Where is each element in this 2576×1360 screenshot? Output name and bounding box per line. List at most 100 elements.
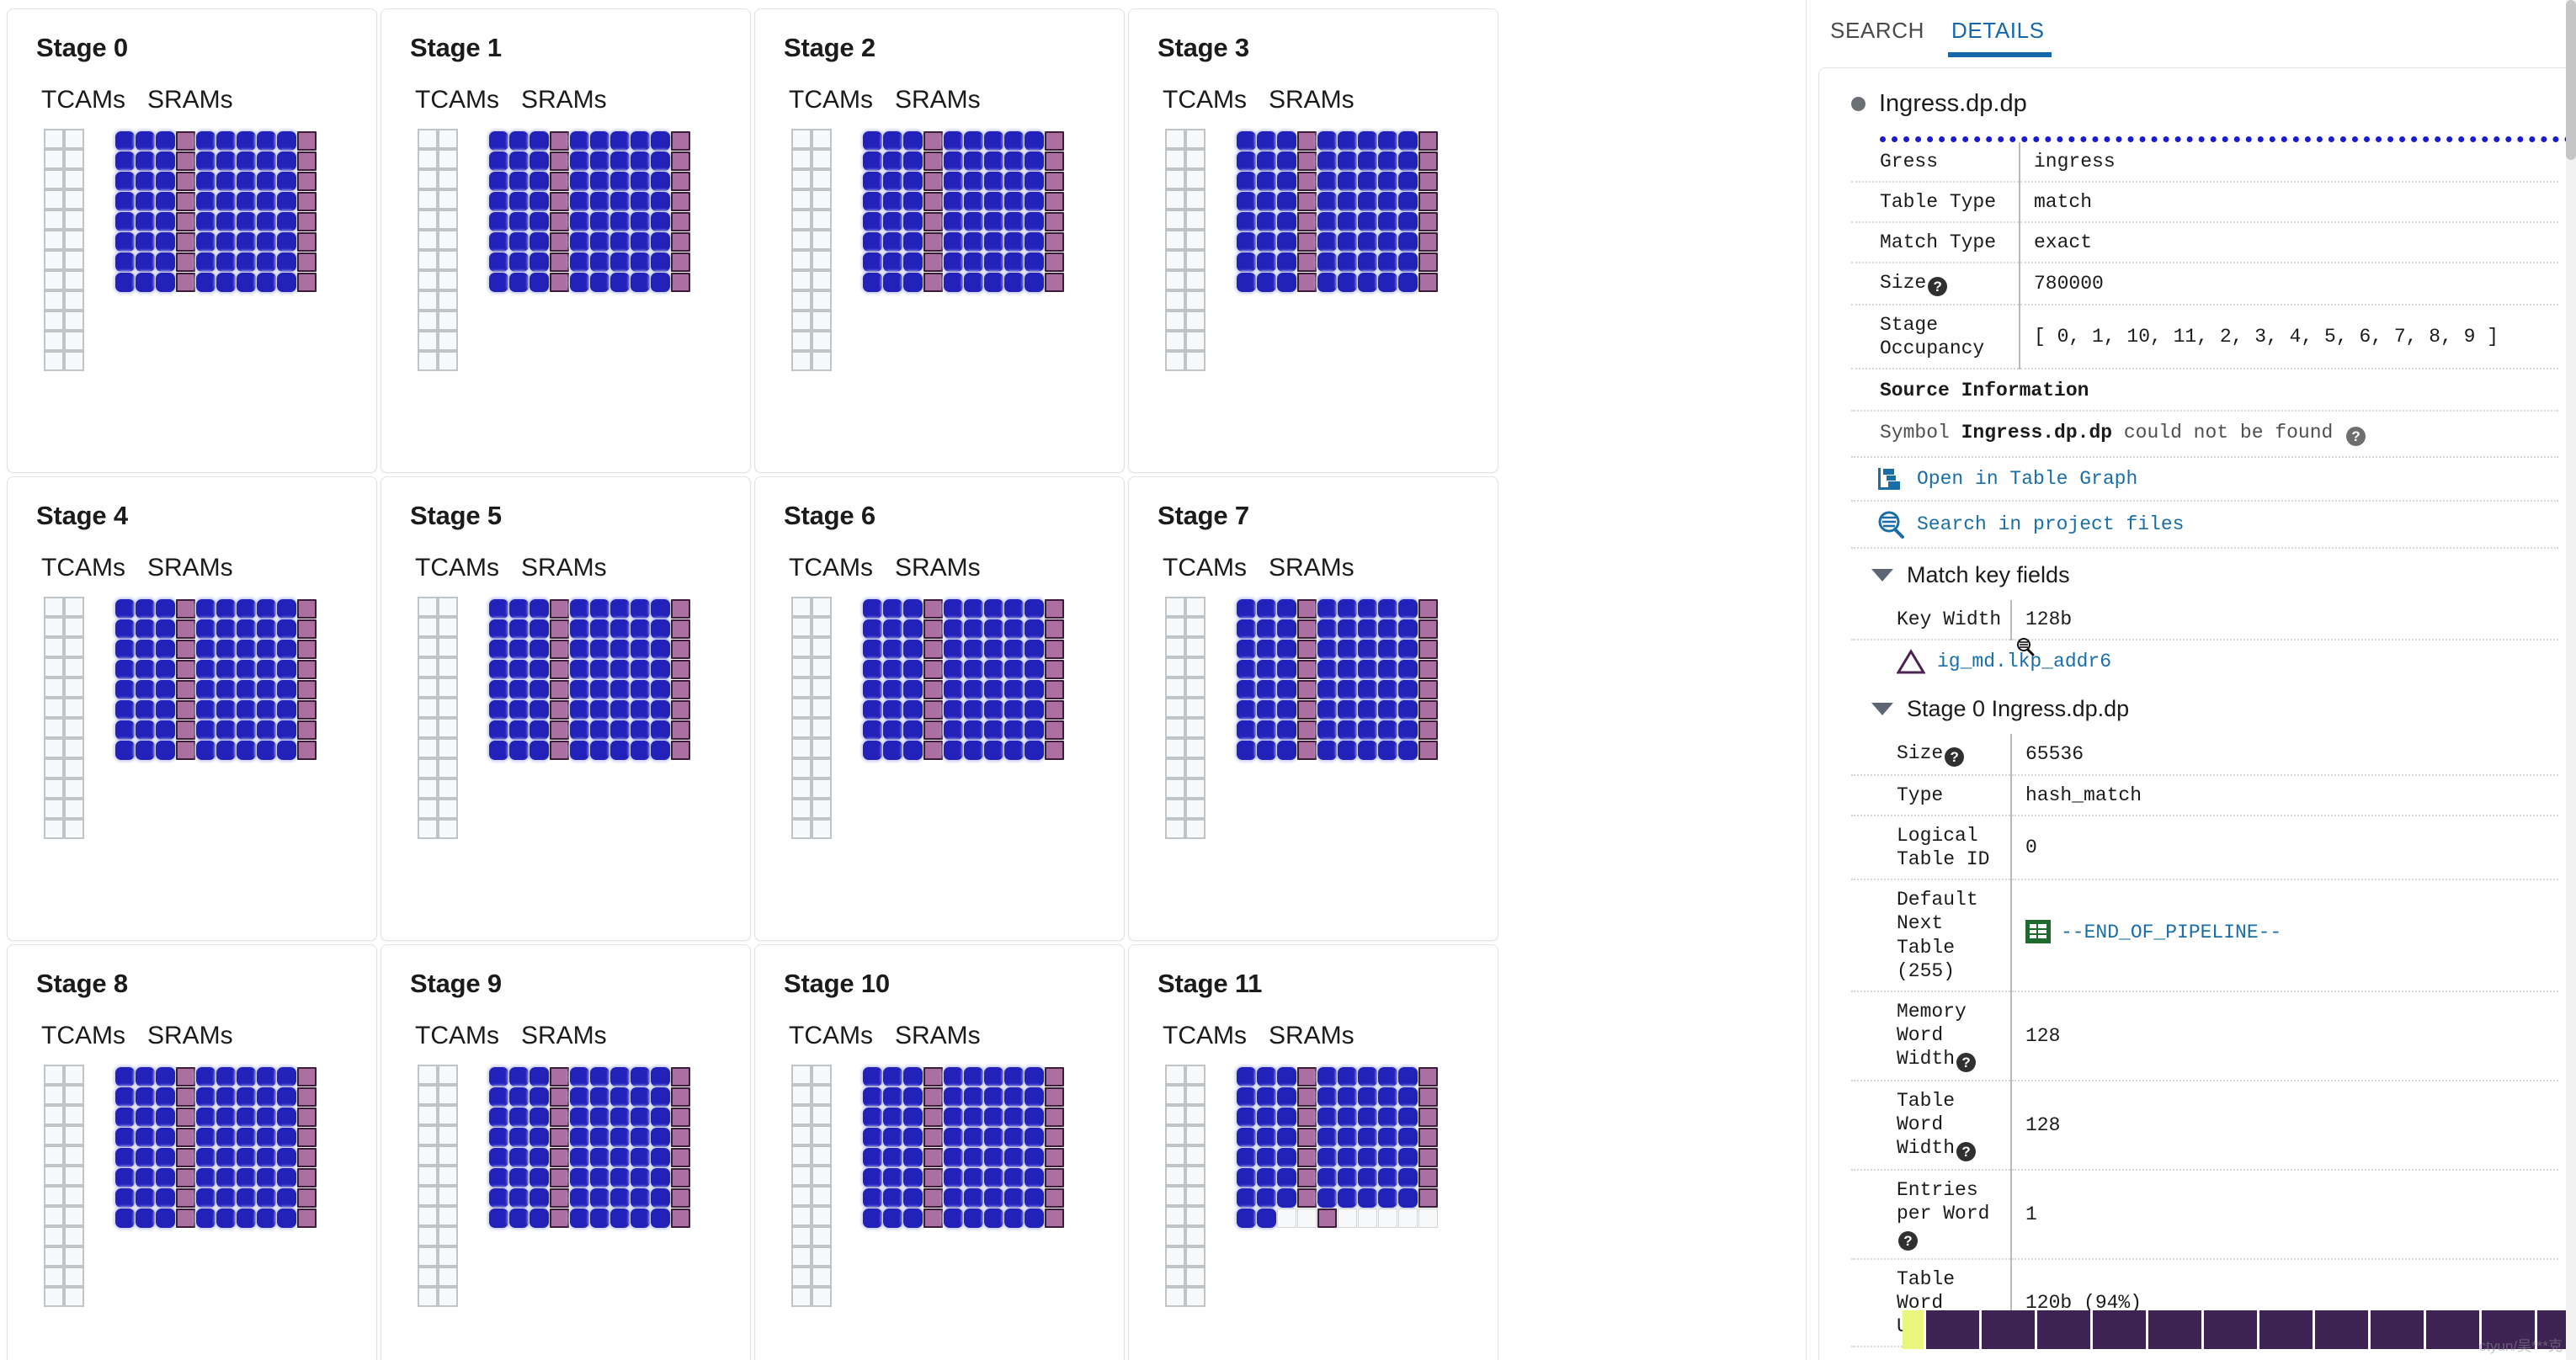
sram-cell-unit[interactable] bbox=[863, 252, 882, 272]
sram-cell-unit[interactable] bbox=[509, 1209, 529, 1228]
sram-cell-unit[interactable] bbox=[1358, 599, 1377, 619]
sram-cell-unit[interactable] bbox=[903, 1128, 923, 1147]
sram-cell-action[interactable] bbox=[297, 1067, 317, 1086]
tcam-cell[interactable] bbox=[438, 1166, 458, 1186]
sram-cell-unit[interactable] bbox=[610, 700, 630, 720]
search-in-project-files-row[interactable]: Search in project files bbox=[1851, 502, 2558, 550]
sram-cell-unit[interactable] bbox=[1257, 192, 1276, 211]
sram-cell-action[interactable] bbox=[923, 1148, 943, 1167]
sram-cell-unit[interactable] bbox=[509, 1188, 529, 1208]
sram-cell-unit[interactable] bbox=[964, 1168, 983, 1187]
tcam-cell[interactable] bbox=[418, 758, 438, 778]
tcam-cell[interactable] bbox=[64, 698, 84, 718]
sram-cell-unit[interactable] bbox=[964, 619, 983, 639]
tcam-cell[interactable] bbox=[64, 1085, 84, 1105]
sram-grid[interactable] bbox=[863, 1067, 1064, 1228]
sram-cell-unit[interactable] bbox=[964, 252, 983, 272]
sram-cell-empty[interactable] bbox=[1358, 1209, 1377, 1228]
sram-cell-action[interactable] bbox=[1045, 252, 1064, 272]
tcam-cell[interactable] bbox=[418, 1267, 438, 1287]
sram-cell-unit[interactable] bbox=[115, 172, 135, 191]
sram-cell-unit[interactable] bbox=[115, 1067, 135, 1086]
tcam-cell[interactable] bbox=[418, 677, 438, 698]
sram-cell-unit[interactable] bbox=[863, 700, 882, 720]
stage-card[interactable]: Stage 3 TCAMs SRAMs bbox=[1128, 8, 1498, 473]
tcam-cell[interactable] bbox=[64, 290, 84, 311]
sram-cell-empty[interactable] bbox=[1277, 1209, 1296, 1228]
sram-cell-action[interactable] bbox=[1418, 192, 1438, 211]
sram-cell-unit[interactable] bbox=[237, 212, 256, 231]
sram-cell-unit[interactable] bbox=[944, 151, 963, 171]
sram-cell-unit[interactable] bbox=[944, 1188, 963, 1208]
sram-cell-unit[interactable] bbox=[530, 680, 549, 699]
sram-cell-unit[interactable] bbox=[196, 720, 216, 740]
sram-cell-unit[interactable] bbox=[1378, 640, 1397, 659]
tcam-cell[interactable] bbox=[1185, 1065, 1206, 1085]
tcam-cell[interactable] bbox=[791, 230, 812, 250]
sram-cell-unit[interactable] bbox=[1317, 1128, 1337, 1147]
stage-card[interactable]: Stage 5 TCAMs SRAMs bbox=[381, 476, 751, 941]
sram-cell-unit[interactable] bbox=[489, 619, 508, 639]
sram-cell-unit[interactable] bbox=[1398, 660, 1418, 679]
sram-cell-unit[interactable] bbox=[257, 232, 276, 252]
help-icon[interactable]: ? bbox=[1956, 1141, 1977, 1161]
sram-cell-unit[interactable] bbox=[944, 1087, 963, 1107]
sram-cell-unit[interactable] bbox=[1025, 151, 1044, 171]
sram-cell-unit[interactable] bbox=[156, 1087, 175, 1107]
sram-cell-unit[interactable] bbox=[903, 741, 923, 760]
sram-cell-action[interactable] bbox=[923, 741, 943, 760]
tcam-cell[interactable] bbox=[1165, 1246, 1185, 1267]
sram-cell-unit[interactable] bbox=[1237, 660, 1256, 679]
sram-cell-unit[interactable] bbox=[964, 1188, 983, 1208]
tcam-cell[interactable] bbox=[418, 1186, 438, 1206]
sram-cell-unit[interactable] bbox=[984, 660, 1003, 679]
sram-cell-unit[interactable] bbox=[944, 700, 963, 720]
sram-cell-unit[interactable] bbox=[1338, 192, 1357, 211]
sram-cell-unit[interactable] bbox=[903, 680, 923, 699]
tcam-cell[interactable] bbox=[791, 637, 812, 657]
tcam-cell[interactable] bbox=[791, 1246, 812, 1267]
sram-cell-unit[interactable] bbox=[277, 619, 296, 639]
sram-cell-action[interactable] bbox=[550, 619, 569, 639]
tcam-cell[interactable] bbox=[44, 698, 64, 718]
sram-cell-unit[interactable] bbox=[196, 660, 216, 679]
tcam-cell[interactable] bbox=[1185, 331, 1206, 351]
sram-cell-unit[interactable] bbox=[984, 1087, 1003, 1107]
sram-cell-unit[interactable] bbox=[196, 619, 216, 639]
sram-cell-unit[interactable] bbox=[1378, 1128, 1397, 1147]
tcam-cell[interactable] bbox=[791, 1186, 812, 1206]
match-format-segment[interactable] bbox=[2037, 1310, 2093, 1349]
sram-cell-action[interactable] bbox=[297, 640, 317, 659]
details-scrollbar[interactable] bbox=[2566, 0, 2576, 1360]
sram-cell-unit[interactable] bbox=[863, 212, 882, 231]
sram-cell-unit[interactable] bbox=[530, 1188, 549, 1208]
sram-cell-unit[interactable] bbox=[1004, 151, 1024, 171]
sram-cell-unit[interactable] bbox=[964, 172, 983, 191]
sram-cell-action[interactable] bbox=[671, 640, 690, 659]
sram-cell-unit[interactable] bbox=[136, 273, 155, 292]
sram-cell-unit[interactable] bbox=[1358, 192, 1377, 211]
sram-cell-unit[interactable] bbox=[570, 640, 589, 659]
tcam-cell[interactable] bbox=[438, 290, 458, 311]
sram-cell-unit[interactable] bbox=[1338, 741, 1357, 760]
sram-cell-unit[interactable] bbox=[489, 1188, 508, 1208]
sram-cell-unit[interactable] bbox=[570, 1067, 589, 1086]
sram-cell-unit[interactable] bbox=[1358, 1148, 1377, 1167]
sram-cell-unit[interactable] bbox=[196, 172, 216, 191]
sram-cell-unit[interactable] bbox=[1025, 741, 1044, 760]
sram-cell-unit[interactable] bbox=[964, 1209, 983, 1228]
sram-cell-action[interactable] bbox=[923, 1067, 943, 1086]
sram-cell-unit[interactable] bbox=[489, 1067, 508, 1086]
sram-cell-unit[interactable] bbox=[196, 212, 216, 231]
tcam-cell[interactable] bbox=[418, 210, 438, 230]
sram-cell-unit[interactable] bbox=[216, 1067, 236, 1086]
sram-cell-unit[interactable] bbox=[883, 1087, 902, 1107]
tcam-cell[interactable] bbox=[418, 290, 438, 311]
sram-cell-unit[interactable] bbox=[590, 252, 609, 272]
sram-cell-unit[interactable] bbox=[1257, 252, 1276, 272]
sram-cell-unit[interactable] bbox=[651, 1209, 670, 1228]
sram-cell-action[interactable] bbox=[671, 660, 690, 679]
sram-cell-action[interactable] bbox=[1418, 660, 1438, 679]
tcam-cell[interactable] bbox=[418, 129, 438, 149]
tcam-cell[interactable] bbox=[44, 210, 64, 230]
